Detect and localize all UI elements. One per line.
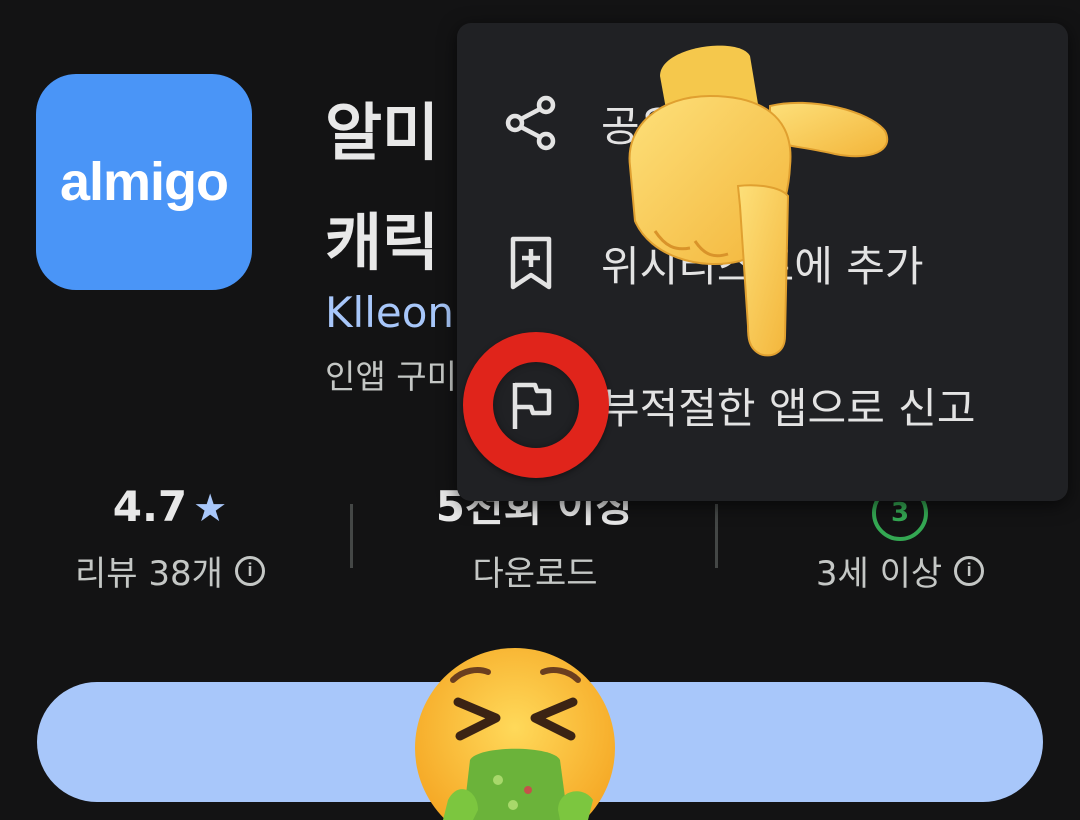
reviews-label: 리뷰 38개 (75, 554, 223, 594)
stat-divider (715, 504, 718, 568)
developer-link[interactable]: Klleon (325, 288, 454, 337)
info-icon[interactable]: i (954, 555, 985, 586)
pointing-down-hand-emoji (628, 45, 888, 357)
share-icon (505, 95, 556, 151)
highlight-ring (463, 332, 609, 478)
rating-value: 4.7 (112, 482, 188, 531)
stat-divider (350, 504, 353, 568)
app-logo-text: almigo (59, 152, 229, 212)
age-rating-label: 3세 이상 (815, 554, 943, 594)
in-app-purchase-note: 인앱 구미 (325, 357, 457, 396)
menu-item-report-label: 부적절한 앱으로 신고 (601, 383, 976, 433)
bookmark-add-icon (510, 236, 552, 290)
star-icon: ★ (193, 486, 228, 530)
app-icon: almigo (36, 74, 252, 290)
downloads-label: 다운로드 (472, 554, 598, 594)
rating-stat[interactable]: 4.7 ★ 리뷰 38개 i (60, 480, 280, 595)
vomiting-face-emoji (415, 648, 615, 820)
info-icon[interactable]: i (234, 555, 265, 586)
